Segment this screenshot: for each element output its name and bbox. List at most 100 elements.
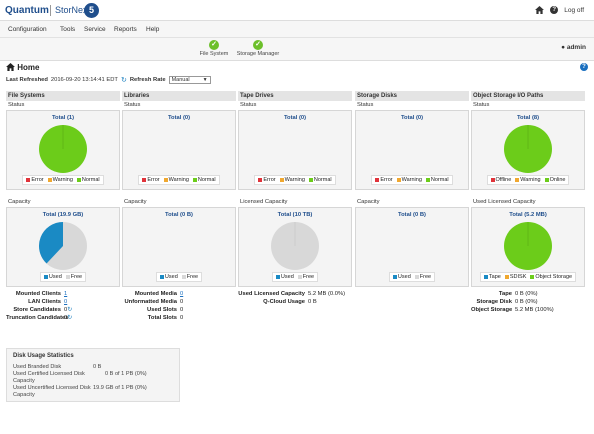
legend-swatch (76, 177, 81, 182)
legend-item[interactable]: Normal (192, 177, 216, 183)
status-section-label: Status (8, 102, 25, 108)
menu-bar: Configuration Tools Service Reports Help (0, 21, 594, 38)
refresh-rate-value: Manual (171, 77, 190, 83)
capacity-total: Total (19.9 GB) (42, 212, 84, 218)
legend-swatch (425, 177, 430, 182)
column-tape-drives: Tape Drives Status Total (0) Error Warning No… (238, 91, 352, 306)
legend-item[interactable]: Free (297, 274, 315, 280)
legend-swatch (396, 177, 401, 182)
page-help-icon[interactable]: ? (580, 63, 588, 71)
logoff-link[interactable]: Log off (564, 7, 584, 14)
legend-swatch (279, 177, 284, 182)
legend-box: Error Warning Normal (22, 175, 104, 185)
last-refreshed-value: 2016-09-20 13:14:41 EDT (50, 77, 118, 83)
menu-service[interactable]: Service (84, 26, 106, 33)
legend-item[interactable]: Used (275, 274, 294, 280)
status-panel: Total (1) Error Warning Normal (6, 110, 120, 190)
legend-item[interactable]: Used (392, 274, 411, 280)
capacity-total: Total (0 B) (398, 212, 426, 218)
legend-swatch (192, 177, 197, 182)
legend-item[interactable]: Normal (425, 177, 449, 183)
legend-item[interactable]: Warning (515, 177, 541, 183)
refresh-rate-select[interactable]: Manual ▼ (168, 76, 211, 84)
legend-label: Free (70, 274, 83, 280)
menu-reports[interactable]: Reports (114, 26, 137, 33)
column-object-storage-i-o-paths: Object Storage I/O Paths Status Total (8) O… (471, 91, 585, 314)
stat-value[interactable]: 1 (64, 290, 67, 298)
legend-item[interactable]: Used (43, 274, 62, 280)
stat-row: LAN Clients 0 (6, 298, 120, 306)
legend-box: Offline Warning Online (486, 175, 570, 185)
stat-value: 0 B (308, 299, 317, 305)
legend-label: Free (302, 274, 315, 280)
stat-row: Tape 0 B (0%) (471, 290, 585, 298)
home-icon[interactable] (535, 6, 545, 14)
menu-tools[interactable]: Tools (60, 26, 75, 33)
legend-swatch (163, 177, 168, 182)
page-title: Home (6, 63, 39, 72)
legend-swatch (43, 274, 48, 279)
menu-help[interactable]: Help (146, 26, 159, 33)
capacity-section-label: Capacity (8, 199, 31, 205)
legend-item[interactable]: SDISK (504, 274, 527, 280)
legend-label: Error (31, 177, 44, 183)
refresh-icon[interactable]: ↻ (121, 76, 127, 84)
capacity-panel: Total (19.9 GB) Used Free (6, 207, 120, 287)
status-file-system[interactable]: ✓ File System (189, 40, 239, 57)
stat-label: Total Slots (147, 315, 177, 321)
legend-item[interactable]: Warning (47, 177, 73, 183)
legend-item[interactable]: Error (142, 177, 160, 183)
legend-item[interactable]: Free (65, 274, 83, 280)
legend-item[interactable]: Object Storage (530, 274, 572, 280)
legend-item[interactable]: Offline (490, 177, 512, 183)
legend-label: Warning (520, 177, 541, 183)
refresh-icon[interactable]: ↻ (67, 306, 72, 314)
legend-item[interactable]: Error (375, 177, 393, 183)
legend-label: Offline (495, 177, 512, 183)
stat-value[interactable]: 0 (180, 290, 183, 298)
legend-item[interactable]: Error (26, 177, 44, 183)
status-storage-manager[interactable]: ✓ Storage Manager (233, 40, 283, 57)
stat-value[interactable]: 0 (64, 298, 67, 306)
column-stats: Mounted Clients 1 LAN Clients 0 Store Candid… (6, 290, 120, 322)
stat-value: 0 (180, 299, 184, 305)
column-storage-disks: Storage Disks Status Total (0) Error Warning… (355, 91, 469, 287)
legend-item[interactable]: Online (544, 177, 566, 183)
refresh-rate-label: Refresh Rate (129, 77, 166, 83)
legend-item[interactable]: Tape (483, 274, 501, 280)
disk-usage-value: 0 B of 1 PB (0%) (105, 371, 147, 377)
legend-item[interactable]: Used (159, 274, 178, 280)
stat-row: Total Slots 0 (122, 314, 236, 322)
disk-usage-key: Used Uncertified Licensed Disk Capacity (13, 385, 91, 398)
legend-item[interactable]: Warning (279, 177, 305, 183)
stat-label: Truncation Candidates (6, 315, 69, 321)
capacity-panel: Total (0 B) Used Free (122, 207, 236, 287)
legend-label: Tape (488, 274, 501, 280)
legend-swatch (181, 274, 186, 279)
stat-row: Store Candidates 0 ↻ (6, 306, 120, 314)
legend-item[interactable]: Free (181, 274, 198, 280)
status-pie-chart (154, 124, 204, 174)
menu-configuration[interactable]: Configuration (8, 26, 47, 33)
legend-item[interactable]: Warning (396, 177, 422, 183)
legend-item[interactable]: Free (414, 274, 431, 280)
stat-label: Mounted Media (134, 291, 177, 297)
legend-swatch (275, 274, 280, 279)
status-panel: Total (8) Offline Warning Online (471, 110, 585, 190)
legend-item[interactable]: Normal (76, 177, 100, 183)
column-header: File Systems (6, 91, 120, 101)
refresh-icon[interactable]: ↻ (67, 314, 72, 322)
stat-value: 0 B (0%) (515, 299, 538, 305)
legend-label: SDISK (509, 274, 527, 280)
help-icon[interactable]: ? (550, 6, 559, 14)
legend-item[interactable]: Warning (163, 177, 189, 183)
legend-label: Warning (284, 177, 305, 183)
legend-item[interactable]: Error (258, 177, 276, 183)
legend-label: Used (397, 274, 411, 280)
user-menu[interactable]: ● admin (561, 44, 586, 51)
legend-box: Error Warning Normal (138, 175, 220, 185)
legend-item[interactable]: Normal (308, 177, 332, 183)
legend-label: Online (549, 177, 566, 183)
column-header: Tape Drives (238, 91, 352, 101)
quantum-logo: Quantum (5, 5, 49, 16)
